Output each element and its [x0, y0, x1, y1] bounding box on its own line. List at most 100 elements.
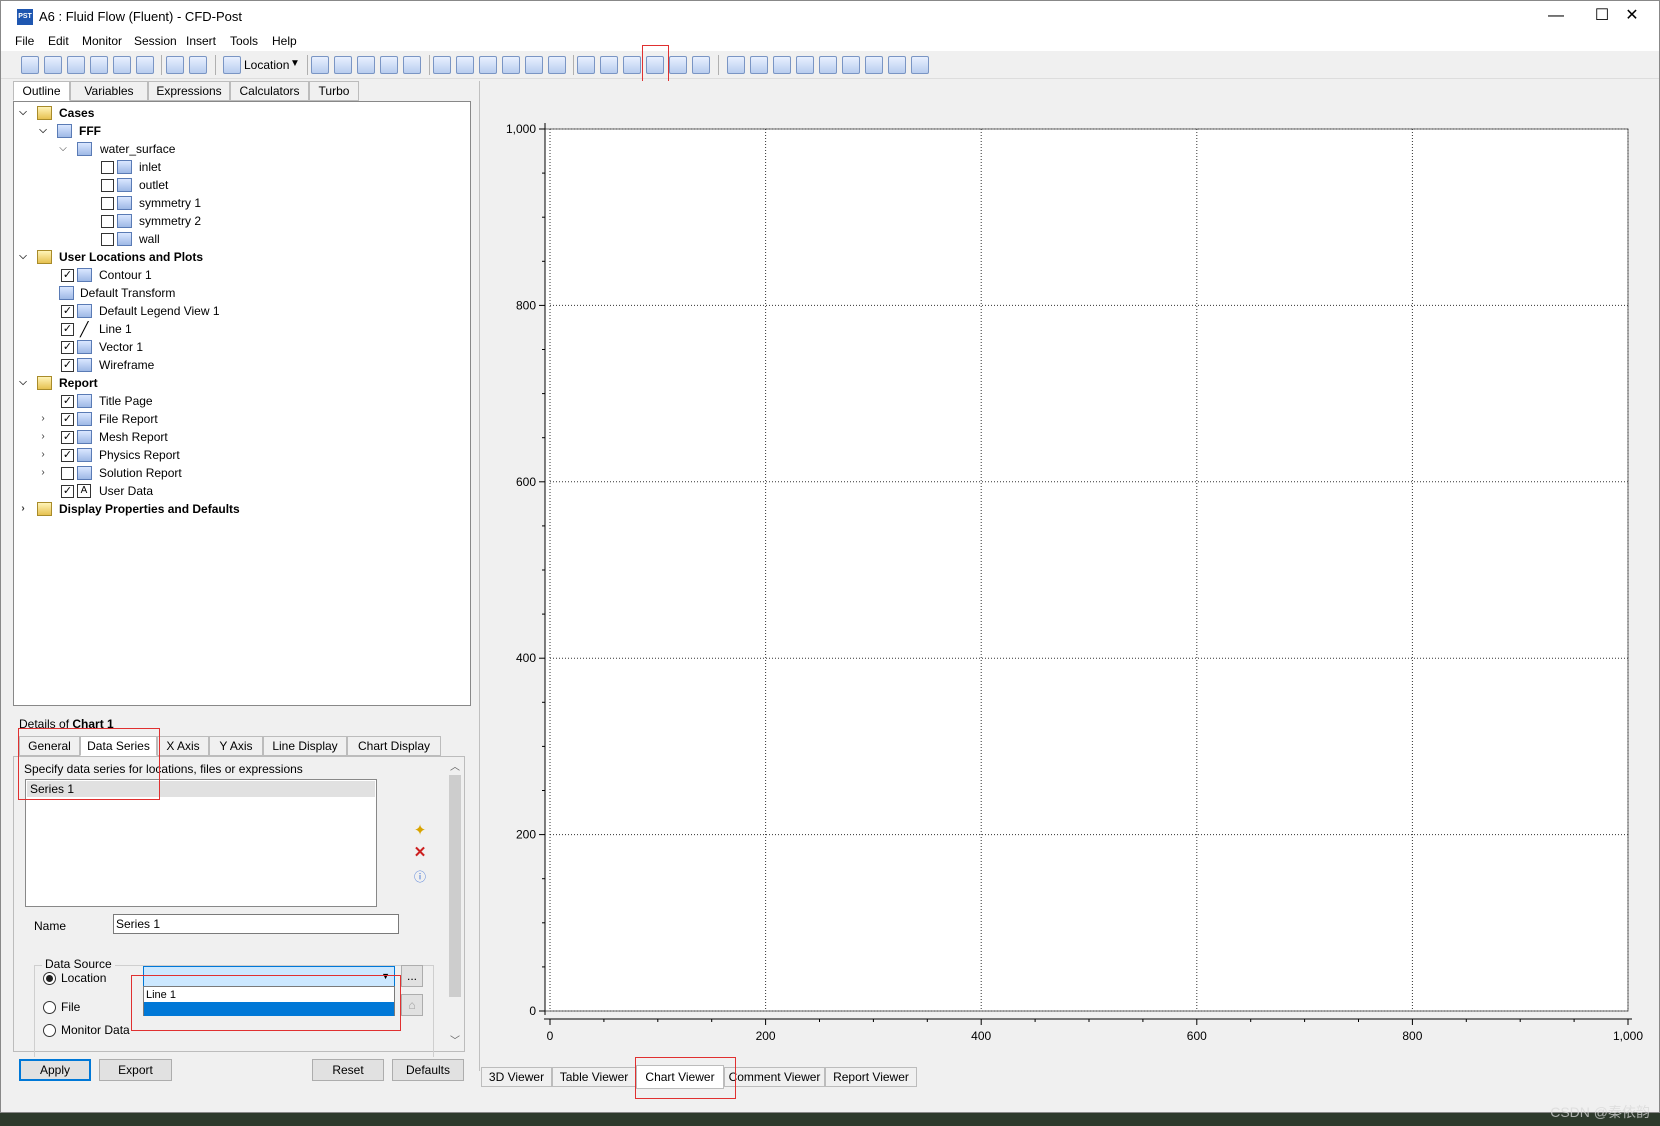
- chevron-down-icon[interactable]: ⌵: [18, 248, 28, 266]
- menu-session[interactable]: Session: [134, 34, 177, 48]
- command-editor-icon[interactable]: [911, 56, 929, 74]
- details-scrollbar[interactable]: ︿ ﹀: [448, 761, 462, 1049]
- file-browse-icon[interactable]: ⌂: [401, 994, 423, 1016]
- coordinate-frame-icon[interactable]: [456, 56, 474, 74]
- figure-icon[interactable]: [692, 56, 710, 74]
- menu-edit[interactable]: Edit: [48, 34, 69, 48]
- color-map-icon[interactable]: [548, 56, 566, 74]
- redo-icon[interactable]: [189, 56, 207, 74]
- visibility-checkbox[interactable]: [101, 179, 114, 192]
- macro-calculator-icon[interactable]: [842, 56, 860, 74]
- load-results-icon[interactable]: [67, 56, 85, 74]
- minimize-button[interactable]: —: [1533, 4, 1579, 28]
- file-radio[interactable]: [43, 1001, 56, 1014]
- tab-outline[interactable]: Outline: [13, 81, 70, 101]
- visibility-checkbox[interactable]: [101, 161, 114, 174]
- location-icon[interactable]: [223, 56, 241, 74]
- text-icon[interactable]: [433, 56, 451, 74]
- tab-comment-viewer[interactable]: Comment Viewer: [724, 1067, 825, 1087]
- chevron-down-icon[interactable]: ⌵: [18, 374, 28, 392]
- clip-plane-icon[interactable]: [525, 56, 543, 74]
- visibility-checkbox[interactable]: ✓: [61, 395, 74, 408]
- chevron-down-icon[interactable]: ⌵: [38, 122, 48, 140]
- timestep-clock-icon[interactable]: [727, 56, 745, 74]
- chevron-right-icon[interactable]: ›: [38, 428, 48, 446]
- chevron-right-icon[interactable]: ›: [38, 464, 48, 482]
- visibility-checkbox[interactable]: ✓: [61, 359, 74, 372]
- location-radio[interactable]: [43, 972, 56, 985]
- visibility-checkbox[interactable]: ✓: [61, 413, 74, 426]
- probe-icon[interactable]: [796, 56, 814, 74]
- tab-3d-viewer[interactable]: 3D Viewer: [481, 1067, 552, 1087]
- chevron-right-icon[interactable]: ›: [18, 500, 28, 518]
- reset-button[interactable]: Reset: [312, 1059, 384, 1081]
- animation-icon[interactable]: [750, 56, 768, 74]
- contour-icon[interactable]: [334, 56, 352, 74]
- open-file-icon[interactable]: [44, 56, 62, 74]
- name-field[interactable]: Series 1: [113, 914, 399, 934]
- location-menu[interactable]: Location: [244, 56, 289, 74]
- chevron-down-icon[interactable]: ⌵: [58, 140, 68, 158]
- chart-viewer[interactable]: 0 200 400 600 800 1,000 0 200 400 600 800 1,000: [479, 81, 1655, 1071]
- table-icon[interactable]: [623, 56, 641, 74]
- menu-monitor[interactable]: Monitor: [82, 34, 122, 48]
- defaults-button[interactable]: Defaults: [392, 1059, 464, 1081]
- visibility-checkbox[interactable]: ✓: [61, 305, 74, 318]
- expression-icon[interactable]: [600, 56, 618, 74]
- mesh-calculator-icon[interactable]: [865, 56, 883, 74]
- close-button[interactable]: ✕: [1609, 4, 1655, 28]
- scroll-down-icon[interactable]: ﹀: [448, 1035, 462, 1049]
- visibility-checkbox[interactable]: ✓: [61, 323, 74, 336]
- legend-icon[interactable]: [479, 56, 497, 74]
- case-comparison-icon[interactable]: [888, 56, 906, 74]
- visibility-checkbox[interactable]: ✓: [61, 485, 74, 498]
- apply-button[interactable]: Apply: [19, 1059, 91, 1081]
- streamline-icon[interactable]: [357, 56, 375, 74]
- comment-icon[interactable]: [669, 56, 687, 74]
- visibility-checkbox[interactable]: ✓: [61, 449, 74, 462]
- visibility-checkbox[interactable]: [101, 233, 114, 246]
- screenshot-icon[interactable]: [136, 56, 154, 74]
- location-browse-button[interactable]: ...: [401, 965, 423, 987]
- tab-expressions[interactable]: Expressions: [148, 81, 230, 101]
- scrollbar-thumb[interactable]: [449, 775, 461, 997]
- undo-icon[interactable]: [166, 56, 184, 74]
- visibility-checkbox[interactable]: [101, 215, 114, 228]
- new-file-icon[interactable]: [21, 56, 39, 74]
- tab-variables[interactable]: Variables: [70, 81, 148, 101]
- tab-turbo[interactable]: Turbo: [309, 81, 359, 101]
- tab-report-viewer[interactable]: Report Viewer: [825, 1067, 917, 1087]
- menu-file[interactable]: File: [15, 34, 34, 48]
- chevron-right-icon[interactable]: ›: [38, 446, 48, 464]
- tab-chart-display[interactable]: Chart Display: [347, 736, 441, 756]
- visibility-checkbox[interactable]: [101, 197, 114, 210]
- monitor-data-radio[interactable]: [43, 1024, 56, 1037]
- instance-transform-icon[interactable]: [502, 56, 520, 74]
- variable-icon[interactable]: [577, 56, 595, 74]
- info-icon[interactable]: ⓘ: [412, 869, 428, 885]
- menu-help[interactable]: Help: [272, 34, 297, 48]
- tab-y-axis[interactable]: Y Axis: [209, 736, 263, 756]
- vector-icon[interactable]: [311, 56, 329, 74]
- location-dropdown-icon[interactable]: ▼: [290, 58, 300, 69]
- visibility-checkbox[interactable]: ✓: [61, 431, 74, 444]
- tab-x-axis[interactable]: X Axis: [157, 736, 209, 756]
- visibility-checkbox[interactable]: [61, 467, 74, 480]
- volume-rendering-icon[interactable]: [403, 56, 421, 74]
- visibility-checkbox[interactable]: ✓: [61, 269, 74, 282]
- function-calculator-icon[interactable]: [819, 56, 837, 74]
- scroll-up-icon[interactable]: ︿: [448, 761, 462, 775]
- particle-track-icon[interactable]: [380, 56, 398, 74]
- chevron-right-icon[interactable]: ›: [38, 410, 48, 428]
- menu-tools[interactable]: Tools: [230, 34, 258, 48]
- refresh-icon[interactable]: [113, 56, 131, 74]
- quick-editor-icon[interactable]: [773, 56, 791, 74]
- tab-table-viewer[interactable]: Table Viewer: [552, 1067, 636, 1087]
- save-state-icon[interactable]: [90, 56, 108, 74]
- tab-calculators[interactable]: Calculators: [230, 81, 309, 101]
- chart-plot[interactable]: 0 200 400 600 800 1,000 0 200 400 600 800 1,000: [480, 81, 1656, 1065]
- menu-insert[interactable]: Insert: [186, 34, 216, 48]
- visibility-checkbox[interactable]: ✓: [61, 341, 74, 354]
- delete-series-icon[interactable]: ✕: [412, 845, 428, 861]
- new-series-icon[interactable]: ✦: [412, 823, 428, 839]
